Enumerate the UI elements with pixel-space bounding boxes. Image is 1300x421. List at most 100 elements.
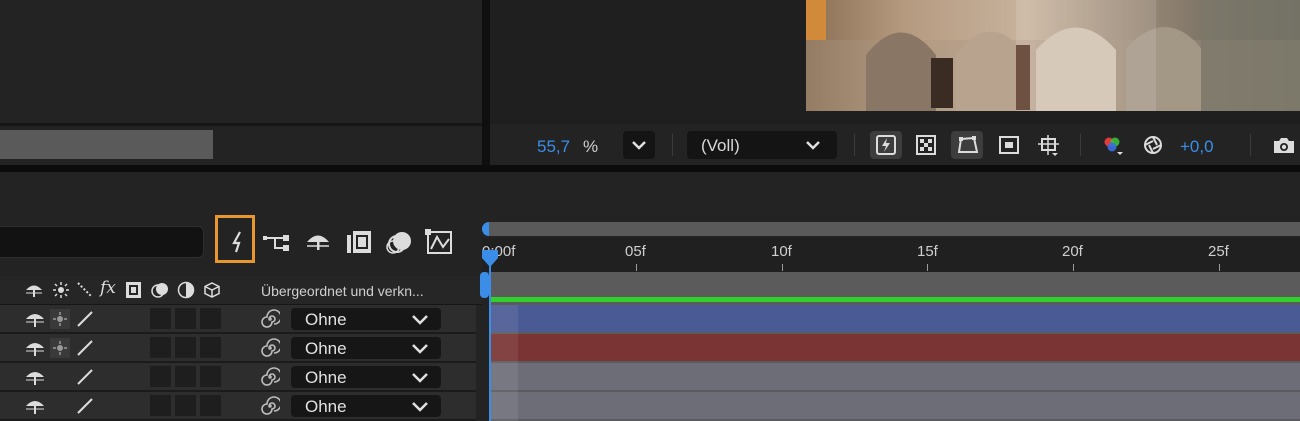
motion-blur-icon <box>386 232 411 254</box>
toolbar-separator <box>854 134 855 156</box>
guides-options-button[interactable] <box>1032 131 1064 159</box>
work-area-indicator <box>490 297 1300 302</box>
motion-blur-switch[interactable] <box>175 308 196 329</box>
channel-button[interactable] <box>1095 131 1127 159</box>
ruler-tick <box>1219 264 1220 271</box>
parent-dropdown[interactable]: Ohne <box>291 337 441 359</box>
3d-switch[interactable] <box>200 308 221 329</box>
work-area-bar[interactable] <box>489 222 1300 236</box>
chevron-down-icon <box>412 402 428 412</box>
composition-preview-image <box>806 0 1300 111</box>
parent-column-header[interactable]: Übergeordnet und verkn... <box>261 283 424 299</box>
guides-icon <box>1038 135 1059 156</box>
resolution-label: (Voll) <box>701 136 740 155</box>
region-of-interest-button[interactable] <box>993 131 1025 159</box>
3d-switch[interactable] <box>200 366 221 387</box>
film-frames-icon <box>347 231 371 253</box>
layer-row[interactable]: Ohne <box>0 363 476 392</box>
collapse-switch-icon[interactable] <box>50 338 70 358</box>
effects-switch[interactable] <box>150 366 171 387</box>
pick-whip-icon[interactable] <box>260 309 280 329</box>
ruler-label: 25f <box>1208 243 1229 260</box>
effects-switch[interactable] <box>150 308 171 329</box>
shy-switch-icon[interactable] <box>25 396 45 416</box>
parent-dropdown[interactable]: Ohne <box>291 308 441 330</box>
shy-icon <box>307 235 329 250</box>
layer-bar[interactable] <box>490 363 1300 390</box>
shy-switch-icon[interactable] <box>25 309 45 329</box>
project-panel <box>0 0 482 165</box>
exposure-value[interactable]: +0,0 <box>1180 137 1214 157</box>
layer-row[interactable]: Ohne <box>0 392 476 421</box>
quality-switch-icon[interactable] <box>75 309 95 329</box>
layer-in-point-shade <box>490 305 518 421</box>
3d-switch[interactable] <box>200 395 221 416</box>
panel-splitter-horizontal[interactable] <box>0 165 1300 172</box>
layer-search-input[interactable] <box>0 226 204 258</box>
motion-blur-switch[interactable] <box>175 366 196 387</box>
quality-switch-icon[interactable] <box>75 338 95 358</box>
zoom-value[interactable]: 55,7 <box>537 137 570 157</box>
effects-icon: fx <box>100 278 116 298</box>
lightning-icon <box>232 231 241 253</box>
3d-layer-icon <box>204 282 220 298</box>
work-area-start-handle[interactable] <box>479 222 493 238</box>
motion-blur-switch[interactable] <box>175 337 196 358</box>
parent-value: Ohne <box>305 310 347 329</box>
motion-blur-switch[interactable] <box>175 395 196 416</box>
quality-icon <box>77 282 93 298</box>
playhead-handle[interactable] <box>481 250 499 268</box>
parent-dropdown[interactable]: Ohne <box>291 366 441 388</box>
pick-whip-icon[interactable] <box>260 396 280 416</box>
transparency-grid-button[interactable] <box>910 131 942 159</box>
timeline-track-area[interactable]: 0:00f 05f 10f 15f 20f 25f <box>479 172 1300 421</box>
shy-switch-icon[interactable] <box>25 338 45 358</box>
effects-switch[interactable] <box>150 337 171 358</box>
pick-whip-icon[interactable] <box>260 338 280 358</box>
time-ruler[interactable] <box>482 238 1300 273</box>
quality-switch-icon[interactable] <box>75 396 95 416</box>
horizontal-scrollbar[interactable] <box>0 130 213 159</box>
timeline-layer-panel: fx Übergeordnet und verkn... Ohne Ohne O… <box>0 172 482 421</box>
fast-previews-button[interactable] <box>870 131 902 159</box>
mask-visibility-button[interactable] <box>951 131 983 159</box>
parent-link-button[interactable] <box>263 227 293 257</box>
frame-blend-icon <box>126 282 141 298</box>
rgb-channels-icon <box>1104 137 1123 155</box>
snapshot-button[interactable] <box>1266 131 1298 159</box>
zoom-dropdown-button[interactable] <box>623 131 655 159</box>
shy-layers-button[interactable] <box>304 227 334 257</box>
layer-row[interactable]: Ohne <box>0 305 476 334</box>
chevron-down-icon <box>806 141 820 150</box>
resolution-dropdown[interactable]: (Voll) <box>687 131 837 159</box>
parent-dropdown[interactable]: Ohne <box>291 395 441 417</box>
quality-switch-icon[interactable] <box>75 367 95 387</box>
chevron-down-icon <box>412 344 428 354</box>
hierarchy-icon <box>263 235 289 251</box>
draft-3d-button[interactable] <box>223 227 253 257</box>
reset-exposure-button[interactable] <box>1137 131 1169 159</box>
composition-viewer[interactable] <box>490 0 1300 123</box>
collapse-switch-icon[interactable] <box>50 309 70 329</box>
shy-switch-icon[interactable] <box>25 367 45 387</box>
layer-bar[interactable] <box>490 334 1300 361</box>
pick-whip-icon[interactable] <box>260 367 280 387</box>
toolbar-separator <box>1080 134 1081 156</box>
motion-blur-button[interactable] <box>385 227 415 257</box>
parent-value: Ohne <box>305 339 347 358</box>
ruler-tick <box>782 264 783 271</box>
layer-row[interactable]: Ohne <box>0 334 476 363</box>
graph-editor-button[interactable] <box>425 227 455 257</box>
checkerboard-icon <box>916 135 936 155</box>
ruler-label: 15f <box>917 243 938 260</box>
panel-splitter[interactable] <box>482 0 490 165</box>
frame-blending-button[interactable] <box>345 227 375 257</box>
layer-bar[interactable] <box>490 305 1300 332</box>
zoom-unit: % <box>583 137 599 156</box>
effects-switch[interactable] <box>150 395 171 416</box>
ruler-tick <box>927 264 928 271</box>
playhead-line <box>489 264 491 421</box>
3d-switch[interactable] <box>200 337 221 358</box>
ruler-label: 10f <box>771 243 792 260</box>
layer-bar[interactable] <box>490 392 1300 419</box>
